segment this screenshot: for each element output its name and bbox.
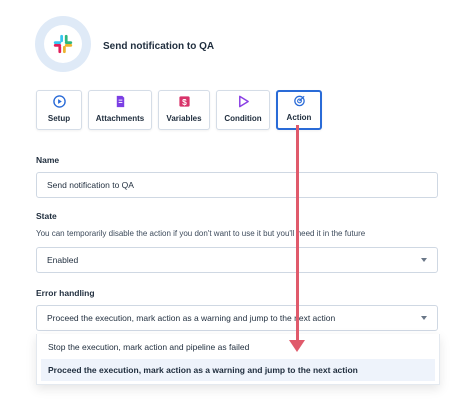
tab-label: Setup — [47, 114, 71, 123]
name-label: Name — [36, 155, 60, 165]
dropdown-option-selected[interactable]: Proceed the execution, mark action as a … — [41, 359, 435, 381]
dollar-icon: $ — [178, 96, 190, 107]
error-handling-value: Proceed the execution, mark action as a … — [47, 313, 336, 323]
name-input[interactable]: Send notification to QA — [36, 172, 438, 198]
tab-label: Action — [286, 113, 312, 122]
target-icon — [293, 95, 305, 107]
chevron-down-icon — [421, 316, 427, 320]
tab-variables[interactable]: $ Variables — [158, 90, 210, 130]
svg-text:$: $ — [182, 97, 187, 107]
play-circle-icon — [52, 95, 66, 108]
tab-label: Variables — [166, 114, 202, 123]
name-value: Send notification to QA — [47, 180, 134, 190]
tab-bar: Setup Attachments $ Variables Condition … — [36, 90, 322, 130]
tab-label: Condition — [224, 114, 262, 123]
state-value: Enabled — [47, 255, 79, 265]
state-select[interactable]: Enabled — [36, 247, 438, 273]
play-triangle-icon — [238, 95, 249, 108]
error-handling-select[interactable]: Proceed the execution, mark action as a … — [36, 305, 438, 331]
slack-icon — [53, 34, 73, 54]
tab-label: Attachments — [95, 114, 145, 123]
tab-setup[interactable]: Setup — [36, 90, 82, 130]
chevron-down-icon — [421, 258, 427, 262]
app-logo — [35, 16, 91, 72]
tab-attachments[interactable]: Attachments — [88, 90, 152, 130]
state-label: State — [36, 211, 57, 221]
error-handling-label: Error handling — [36, 288, 95, 298]
tab-action[interactable]: Action — [276, 90, 322, 130]
annotation-arrow-line — [296, 125, 299, 347]
arrow-down-icon — [289, 340, 305, 352]
dropdown-option[interactable]: Stop the execution, mark action and pipe… — [41, 336, 435, 358]
error-handling-dropdown: Stop the execution, mark action and pipe… — [36, 334, 440, 385]
tab-condition[interactable]: Condition — [216, 90, 270, 130]
file-icon — [116, 95, 124, 108]
state-help-text: You can temporarily disable the action i… — [36, 229, 366, 238]
page-title: Send notification to QA — [103, 41, 215, 52]
